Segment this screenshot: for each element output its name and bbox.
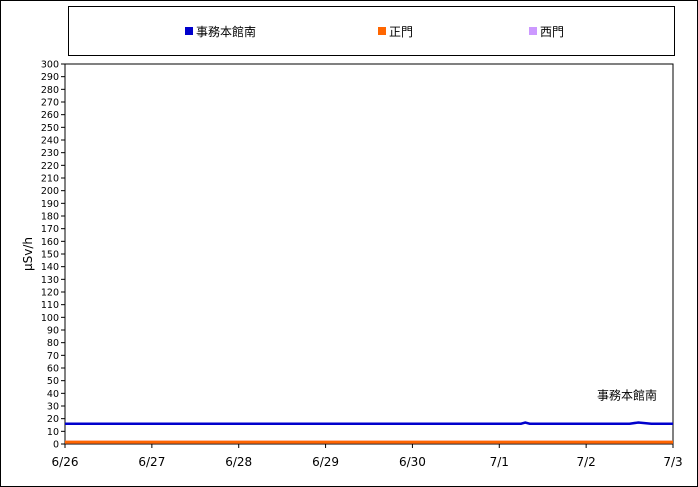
y-tick-label: 20 [47, 414, 59, 425]
y-tick-label: 70 [47, 351, 59, 362]
y-tick-label: 250 [41, 123, 59, 134]
chart-plot: 0 10 2030 40 5060 70 8090 100 110120 130 140150 160… [21, 60, 683, 470]
x-tick-label: 6/28 [225, 455, 252, 469]
y-tick-label: 140 [41, 262, 59, 273]
y-tick-label: 180 [41, 212, 59, 223]
x-tick-label: 6/26 [52, 455, 79, 469]
y-tick-label: 110 [41, 300, 59, 311]
y-tick-label: 50 [47, 376, 59, 387]
y-tick-label: 130 [41, 275, 59, 286]
y-tick-label: 230 [41, 148, 59, 159]
x-tick-label: 6/29 [312, 455, 339, 469]
y-tick-label: 220 [41, 161, 59, 172]
y-tick-label: 210 [41, 174, 59, 185]
y-axis-label: μSv/h [21, 237, 35, 271]
y-tick-label: 200 [41, 186, 59, 197]
y-tick-label: 0 [53, 440, 59, 451]
y-tick-label: 30 [47, 402, 59, 413]
x-tick-label: 6/30 [399, 455, 426, 469]
x-tick-label: 7/3 [663, 455, 682, 469]
y-tick-label: 240 [41, 136, 59, 147]
y-tick-label: 260 [41, 110, 59, 121]
series-annotation: 事務本館南 [597, 388, 657, 403]
x-tick-label: 6/27 [138, 455, 165, 469]
y-tick-label: 170 [41, 224, 59, 235]
y-tick-label: 120 [41, 288, 59, 299]
y-tick-label: 100 [41, 313, 59, 324]
plot-area [64, 63, 674, 445]
y-tick-label: 40 [47, 389, 59, 400]
y-tick-label: 190 [41, 199, 59, 210]
x-tick-label: 7/2 [576, 455, 595, 469]
y-tick-label: 90 [47, 326, 59, 337]
y-tick-label: 60 [47, 364, 59, 375]
y-tick-label: 150 [41, 250, 59, 261]
y-tick-label: 280 [41, 85, 59, 96]
y-tick-label: 300 [41, 60, 59, 71]
y-tick-label: 270 [41, 98, 59, 109]
x-tick-label: 7/1 [490, 455, 509, 469]
y-tick-label: 160 [41, 237, 59, 248]
y-tick-label: 290 [41, 72, 59, 83]
y-tick-label: 10 [47, 427, 59, 438]
series-line-0 [65, 421, 673, 425]
y-tick-label: 80 [47, 338, 59, 349]
